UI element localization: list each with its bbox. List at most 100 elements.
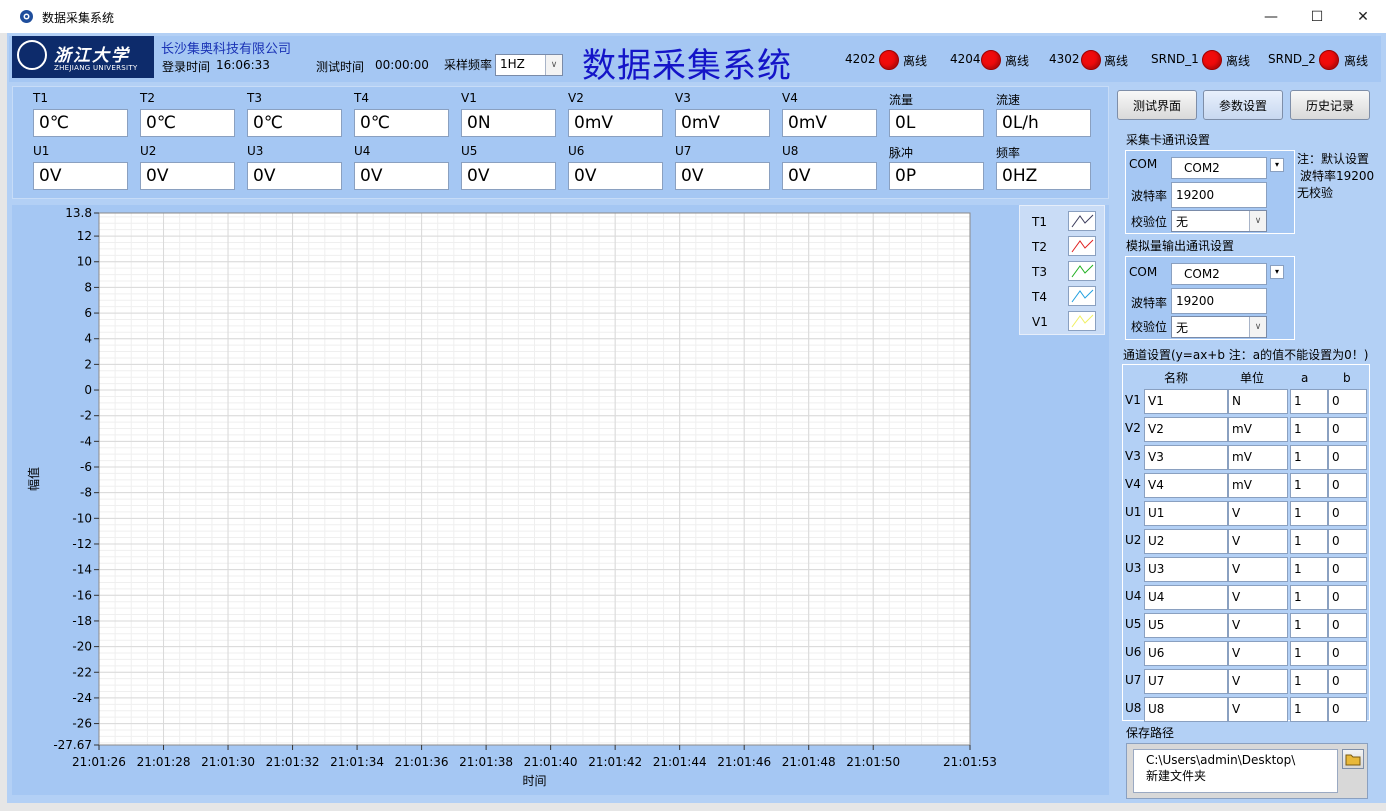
sample-rate-label: 采样频率: [444, 58, 493, 72]
legend-swatch: [1068, 211, 1096, 231]
analog-baud-input[interactable]: 19200: [1171, 288, 1267, 314]
channel-name-input[interactable]: U4: [1144, 585, 1228, 610]
channel-name-input[interactable]: U7: [1144, 669, 1228, 694]
history-button[interactable]: 历史记录: [1290, 90, 1370, 120]
legend-item-T1[interactable]: T1: [1020, 209, 1106, 234]
channel-unit-input[interactable]: V: [1228, 585, 1288, 610]
channel-name-input[interactable]: V4: [1144, 473, 1228, 498]
channel-b-input[interactable]: 0: [1328, 445, 1367, 470]
test-view-button[interactable]: 测试界面: [1117, 90, 1197, 120]
analog-comm-title: 模拟量输出通讯设置: [1126, 239, 1235, 253]
analog-com-dropdown-icon[interactable]: ▾: [1270, 265, 1284, 279]
close-button[interactable]: ✕: [1340, 0, 1386, 33]
legend-swatch: [1068, 286, 1096, 306]
channel-a-input[interactable]: 1: [1290, 585, 1328, 610]
channel-a-input[interactable]: 1: [1290, 697, 1328, 722]
analog-baud-label: 波特率: [1131, 296, 1168, 310]
channel-unit-input[interactable]: V: [1228, 613, 1288, 638]
channel-b-input[interactable]: 0: [1328, 501, 1367, 526]
minimize-icon: —: [1264, 8, 1278, 25]
channel-unit-input[interactable]: mV: [1228, 473, 1288, 498]
channel-name-input[interactable]: U2: [1144, 529, 1228, 554]
device-srnd2-status: 离线: [1344, 54, 1369, 68]
maximize-button[interactable]: ☐: [1294, 0, 1340, 33]
x-tick-label: 21:01:26: [72, 755, 126, 769]
channel-b-input[interactable]: 0: [1328, 529, 1367, 554]
analog-com-select[interactable]: COM2: [1171, 263, 1267, 285]
channel-a-input[interactable]: 1: [1290, 669, 1328, 694]
legend-item-T4[interactable]: T4: [1020, 284, 1106, 309]
save-path-input[interactable]: C:\Users\admin\Desktop\ 新建文件夹: [1133, 749, 1338, 793]
x-tick-label: 21:01:34: [330, 755, 384, 769]
channel-unit-input[interactable]: V: [1228, 669, 1288, 694]
channel-a-input[interactable]: 1: [1290, 557, 1328, 582]
channel-name-input[interactable]: U6: [1144, 641, 1228, 666]
channel-b-input[interactable]: 0: [1328, 389, 1367, 414]
channel-unit-input[interactable]: V: [1228, 557, 1288, 582]
y-tick-label: -14: [72, 563, 92, 577]
channel-name-input[interactable]: U3: [1144, 557, 1228, 582]
channel-name-input[interactable]: U8: [1144, 697, 1228, 722]
params-button[interactable]: 参数设置: [1203, 90, 1283, 120]
x-tick-label: 21:01:48: [782, 755, 836, 769]
card-com-dropdown-icon[interactable]: ▾: [1270, 158, 1284, 172]
reading-label-U1: U1: [33, 144, 50, 158]
save-path-line2: 新建文件夹: [1146, 769, 1207, 783]
channel-unit-input[interactable]: V: [1228, 529, 1288, 554]
sample-rate-select[interactable]: 1HZ ∨: [495, 54, 563, 76]
channel-name-input[interactable]: U5: [1144, 613, 1228, 638]
channel-unit-input[interactable]: mV: [1228, 445, 1288, 470]
channel-b-input[interactable]: 0: [1328, 473, 1367, 498]
analog-baud-value: 19200: [1176, 294, 1215, 308]
channel-name-input[interactable]: V1: [1144, 389, 1228, 414]
channel-b-input[interactable]: 0: [1328, 585, 1367, 610]
legend-item-V1[interactable]: V1: [1020, 309, 1106, 334]
channel-b-input[interactable]: 0: [1328, 557, 1367, 582]
channel-a-input[interactable]: 1: [1290, 417, 1328, 442]
channel-a-input[interactable]: 1: [1290, 641, 1328, 666]
channel-unit-input[interactable]: V: [1228, 697, 1288, 722]
channel-unit-input[interactable]: V: [1228, 641, 1288, 666]
channel-b-input[interactable]: 0: [1328, 613, 1367, 638]
channel-a-input[interactable]: 1: [1290, 389, 1328, 414]
test-view-label: 测试界面: [1132, 98, 1181, 113]
legend-item-T2[interactable]: T2: [1020, 234, 1106, 259]
legend-label: T4: [1032, 290, 1047, 304]
reading-value-U3: 0V: [247, 162, 342, 190]
y-tick-label: 6: [84, 306, 92, 320]
reading-value-T2: 0℃: [140, 109, 235, 137]
card-parity-select[interactable]: 无 ∨: [1171, 210, 1267, 232]
login-time-label: 登录时间: [162, 60, 211, 74]
device-4202-status: 离线: [903, 54, 928, 68]
channel-a-input[interactable]: 1: [1290, 613, 1328, 638]
reading-value-U8: 0V: [782, 162, 877, 190]
legend-item-T3[interactable]: T3: [1020, 259, 1106, 284]
channel-b-input[interactable]: 0: [1328, 697, 1367, 722]
channel-a-input[interactable]: 1: [1290, 473, 1328, 498]
card-com-select[interactable]: COM2: [1171, 157, 1267, 179]
channel-name-input[interactable]: V3: [1144, 445, 1228, 470]
page-title: 数据采集系统: [582, 46, 792, 86]
channel-unit-input[interactable]: mV: [1228, 417, 1288, 442]
waveform-chart[interactable]: 13.8 12 10 8 6 4 2 0 -2 -4 -6 -8 -10 -12 -14 -16 -18 -20 -…: [12, 205, 1012, 795]
channel-a-input[interactable]: 1: [1290, 445, 1328, 470]
analog-parity-select[interactable]: 无 ∨: [1171, 316, 1267, 338]
card-baud-input[interactable]: 19200: [1171, 182, 1267, 208]
channel-b-input[interactable]: 0: [1328, 417, 1367, 442]
channel-a-input[interactable]: 1: [1290, 501, 1328, 526]
channel-name-input[interactable]: V2: [1144, 417, 1228, 442]
channel-unit-input[interactable]: V: [1228, 501, 1288, 526]
channel-b-input[interactable]: 0: [1328, 641, 1367, 666]
card-com-label: COM: [1129, 157, 1158, 171]
browse-folder-button[interactable]: [1342, 749, 1364, 769]
minimize-button[interactable]: —: [1248, 0, 1294, 33]
maximize-icon: ☐: [1310, 8, 1324, 25]
reading-value-U2: 0V: [140, 162, 235, 190]
channel-unit-input[interactable]: N: [1228, 389, 1288, 414]
channel-row-label: U1: [1125, 505, 1142, 519]
channel-b-input[interactable]: 0: [1328, 669, 1367, 694]
channel-a-input[interactable]: 1: [1290, 529, 1328, 554]
channel-name-input[interactable]: U1: [1144, 501, 1228, 526]
channel-row-label: V2: [1125, 421, 1141, 435]
y-tick-label: 8: [84, 280, 92, 294]
